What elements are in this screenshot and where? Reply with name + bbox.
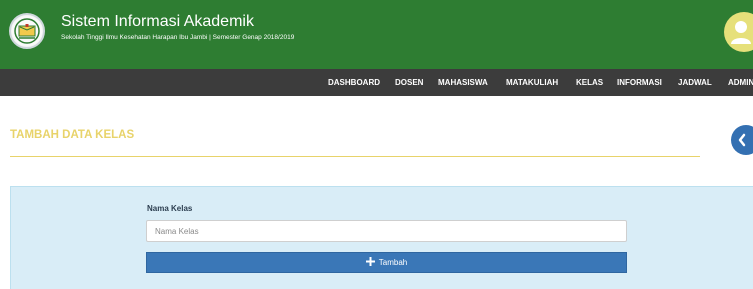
title-divider xyxy=(10,156,700,157)
user-avatar-icon[interactable] xyxy=(724,12,753,52)
app-subtitle: Sekolah Tinggi Ilmu Kesehatan Harapan Ib… xyxy=(61,34,295,41)
tambah-button[interactable]: Tambah xyxy=(146,252,627,273)
nav-admin[interactable]: ADMIN xyxy=(728,69,753,96)
campus-logo xyxy=(9,13,45,49)
nav-mahasiswa[interactable]: MAHASISWA xyxy=(438,69,488,96)
nama-kelas-input[interactable] xyxy=(146,220,627,242)
back-button[interactable] xyxy=(731,125,753,155)
nav-kelas[interactable]: KELAS xyxy=(576,69,603,96)
app-title: Sistem Informasi Akademik xyxy=(61,13,254,30)
plus-icon xyxy=(365,257,375,268)
nama-kelas-label: Nama Kelas xyxy=(147,204,193,213)
nav-dosen[interactable]: DOSEN xyxy=(395,69,423,96)
nav-matakuliah[interactable]: MATAKULIAH xyxy=(506,69,558,96)
tambah-button-label: Tambah xyxy=(378,258,408,267)
app-header: Sistem Informasi Akademik Sekolah Tinggi… xyxy=(0,0,753,69)
nav-jadwal[interactable]: JADWAL xyxy=(678,69,712,96)
page-title: TAMBAH DATA KELAS xyxy=(10,129,135,141)
nav-informasi[interactable]: INFORMASI xyxy=(617,69,662,96)
nav-dashboard[interactable]: DASHBOARD xyxy=(328,69,380,96)
main-navbar: DASHBOARD DOSEN MAHASISWA MATAKULIAH KEL… xyxy=(0,69,753,96)
chevron-left-icon xyxy=(738,133,746,147)
